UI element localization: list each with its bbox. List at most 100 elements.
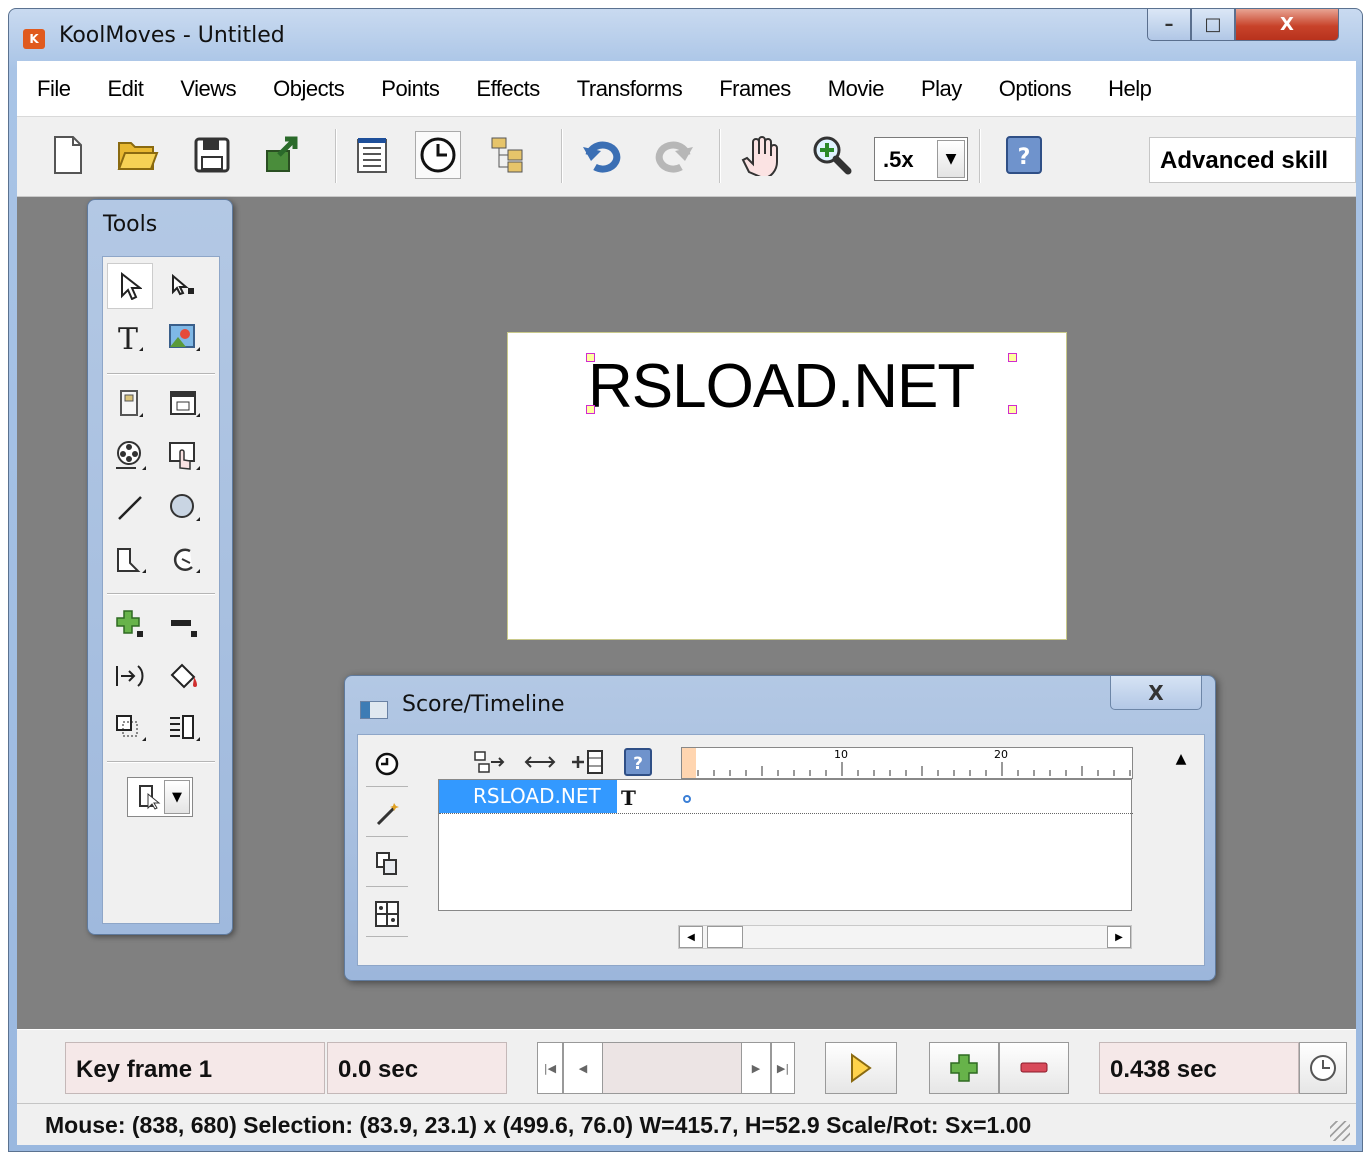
svg-text:?: ? bbox=[1018, 145, 1031, 170]
frame-ruler[interactable]: 10 20 bbox=[681, 747, 1133, 779]
selection-handle[interactable] bbox=[586, 405, 595, 414]
menu-transforms[interactable]: Transforms bbox=[577, 76, 683, 102]
playback-bar: Key frame 1 0.0 sec |◀ ◀ ▶ ▶| 0.438 sec bbox=[17, 1029, 1356, 1103]
line-tool-icon[interactable] bbox=[107, 485, 153, 531]
close-button[interactable]: X bbox=[1235, 9, 1339, 41]
zoom-icon[interactable] bbox=[809, 131, 855, 179]
menu-help[interactable]: Help bbox=[1108, 76, 1152, 102]
export-icon[interactable] bbox=[261, 131, 307, 179]
first-frame-icon[interactable]: |◀ bbox=[537, 1042, 563, 1094]
tools-palette[interactable]: Tools T ▼ bbox=[87, 199, 233, 935]
arrow-select-icon[interactable] bbox=[107, 263, 153, 309]
text-tool-icon[interactable]: T bbox=[107, 315, 153, 361]
skill-level-value: Advanced skill bbox=[1160, 147, 1329, 174]
resize-horizontal-icon[interactable] bbox=[520, 745, 560, 779]
align-icon[interactable] bbox=[161, 705, 207, 751]
maximize-button[interactable]: □ bbox=[1191, 9, 1235, 41]
add-point-icon[interactable] bbox=[107, 601, 153, 647]
grid-icon[interactable] bbox=[366, 891, 408, 937]
menu-effects[interactable]: Effects bbox=[476, 76, 540, 102]
score-timeline-window[interactable]: Score/Timeline X ? 10 20 ▲ RSLOAD.NET T … bbox=[344, 675, 1216, 981]
remove-point-icon[interactable] bbox=[161, 601, 207, 647]
layer-list[interactable]: RSLOAD.NET T bbox=[438, 779, 1133, 911]
movie-clip-icon[interactable] bbox=[107, 433, 153, 479]
scroll-right-icon[interactable]: ▶ bbox=[1107, 926, 1131, 948]
menu-points[interactable]: Points bbox=[381, 76, 440, 102]
score-body: ? 10 20 ▲ RSLOAD.NET T ◀ ▶ bbox=[357, 734, 1205, 966]
menu-file[interactable]: File bbox=[37, 76, 71, 102]
prev-frame-icon[interactable]: ◀ bbox=[563, 1042, 603, 1094]
app-window: K KoolMoves - Untitled – □ X File Edit V… bbox=[8, 8, 1363, 1152]
score-close-button[interactable]: X bbox=[1110, 676, 1202, 710]
duration-field: 0.438 sec bbox=[1099, 1042, 1299, 1094]
clock-icon[interactable] bbox=[366, 741, 408, 787]
polygon-tool-icon[interactable] bbox=[107, 537, 153, 583]
add-frame-icon[interactable] bbox=[568, 745, 608, 779]
wand-icon[interactable] bbox=[366, 791, 408, 837]
window-tool-icon[interactable] bbox=[161, 381, 207, 427]
plus-icon bbox=[950, 1054, 978, 1082]
play-button[interactable] bbox=[825, 1042, 897, 1094]
resize-grip-icon[interactable] bbox=[1330, 1121, 1350, 1141]
open-folder-icon[interactable] bbox=[115, 131, 161, 179]
stage-canvas[interactable]: RSLOAD.NET bbox=[507, 332, 1067, 640]
workspace[interactable]: Tools T ▼ RSLOAD.NET Score/Timeline X ? … bbox=[17, 197, 1356, 1029]
title-bar[interactable]: K KoolMoves - Untitled – □ X bbox=[9, 9, 1362, 61]
menu-views[interactable]: Views bbox=[180, 76, 236, 102]
help-icon[interactable]: ? bbox=[618, 745, 658, 779]
timing-button[interactable] bbox=[1299, 1042, 1347, 1094]
menu-objects[interactable]: Objects bbox=[273, 76, 345, 102]
scrollbar-thumb[interactable] bbox=[707, 926, 743, 948]
morph-icon[interactable] bbox=[107, 653, 153, 699]
minimize-button[interactable]: – bbox=[1147, 9, 1191, 41]
timeline-horizontal-scrollbar[interactable]: ◀ ▶ bbox=[678, 925, 1132, 949]
next-frame-icon[interactable]: ▶ bbox=[741, 1042, 771, 1094]
stage-text-object[interactable]: RSLOAD.NET bbox=[588, 351, 975, 422]
selection-handle[interactable] bbox=[1008, 405, 1017, 414]
hierarchy-icon[interactable] bbox=[485, 131, 531, 179]
selection-handle[interactable] bbox=[1008, 353, 1017, 362]
skill-level-select[interactable]: Advanced skill bbox=[1149, 137, 1356, 183]
svg-text:?: ? bbox=[633, 754, 643, 774]
keyframe-marker[interactable] bbox=[683, 795, 691, 803]
transform-icon[interactable] bbox=[107, 705, 153, 751]
tools-title: Tools bbox=[103, 212, 158, 237]
client-area: File Edit Views Objects Points Effects T… bbox=[17, 61, 1356, 1145]
scroll-up-icon[interactable]: ▲ bbox=[1166, 747, 1196, 771]
add-frame-button[interactable] bbox=[929, 1042, 999, 1094]
layer-row[interactable]: RSLOAD.NET T bbox=[439, 780, 1133, 814]
fill-bucket-icon[interactable] bbox=[161, 653, 207, 699]
scroll-left-icon[interactable]: ◀ bbox=[679, 926, 703, 948]
curve-tool-icon[interactable] bbox=[161, 537, 207, 583]
remove-frame-button[interactable] bbox=[999, 1042, 1069, 1094]
properties-icon[interactable] bbox=[349, 131, 395, 179]
menu-movie[interactable]: Movie bbox=[828, 76, 885, 102]
frame-slider[interactable]: |◀ ◀ ▶ ▶| bbox=[537, 1042, 797, 1094]
copy-icon[interactable] bbox=[366, 841, 408, 887]
menu-options[interactable]: Options bbox=[999, 76, 1072, 102]
frame-track[interactable] bbox=[603, 1042, 741, 1094]
new-file-icon[interactable] bbox=[45, 131, 91, 179]
menu-play[interactable]: Play bbox=[921, 76, 962, 102]
zoom-select[interactable]: .5x ▼ bbox=[874, 137, 968, 181]
last-frame-icon[interactable]: ▶| bbox=[771, 1042, 795, 1094]
layer-name[interactable]: RSLOAD.NET bbox=[439, 780, 617, 813]
redo-icon[interactable] bbox=[651, 131, 697, 179]
button-tool-icon[interactable] bbox=[107, 381, 153, 427]
ellipse-tool-icon[interactable] bbox=[161, 485, 207, 531]
save-icon[interactable] bbox=[189, 131, 235, 179]
undo-icon[interactable] bbox=[579, 131, 625, 179]
help-icon[interactable]: ? bbox=[1001, 131, 1047, 179]
hierarchy-add-icon[interactable] bbox=[470, 745, 510, 779]
image-tool-icon[interactable] bbox=[161, 315, 207, 361]
selection-handle[interactable] bbox=[586, 353, 595, 362]
hand-icon[interactable] bbox=[737, 131, 783, 179]
chevron-down-icon[interactable]: ▼ bbox=[164, 780, 190, 814]
tool-options-select[interactable]: ▼ bbox=[127, 777, 193, 817]
menu-frames[interactable]: Frames bbox=[719, 76, 791, 102]
menu-edit[interactable]: Edit bbox=[107, 76, 143, 102]
chevron-down-icon[interactable]: ▼ bbox=[937, 140, 965, 178]
subselect-icon[interactable] bbox=[161, 263, 207, 309]
hand-button-icon[interactable] bbox=[161, 433, 207, 479]
timeline-clock-icon[interactable] bbox=[415, 131, 461, 179]
